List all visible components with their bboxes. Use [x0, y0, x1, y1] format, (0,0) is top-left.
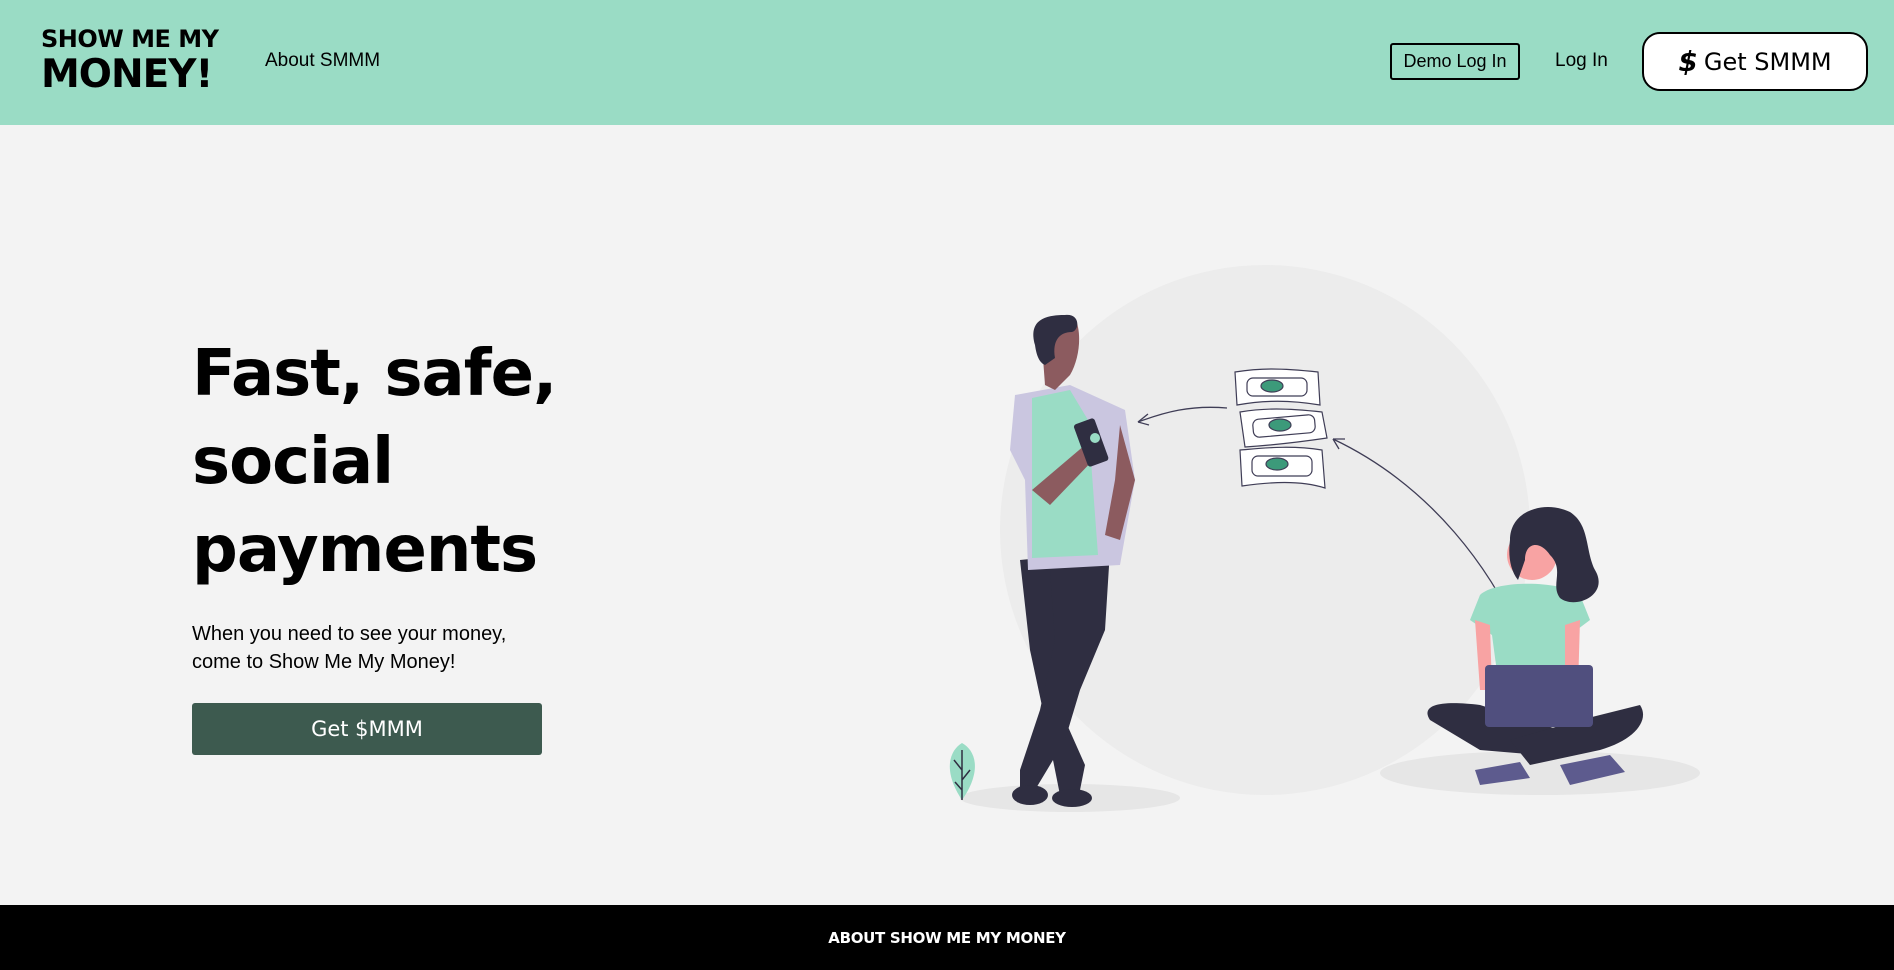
hero-subtitle: When you need to see your money, come to…	[192, 623, 507, 673]
laptop-icon	[1485, 665, 1593, 727]
demo-login-button[interactable]: Demo Log In	[1390, 43, 1520, 80]
logo-line1: SHOW ME MY	[41, 25, 219, 53]
hero-title: Fast, safe, social payments	[192, 337, 557, 587]
nav-about-link[interactable]: About SMMM	[265, 50, 380, 72]
logo[interactable]: SHOW ME MY MONEY!	[41, 25, 219, 97]
money-bills-icon	[1234, 368, 1328, 489]
get-smmm-button[interactable]: $ Get SMMM	[1642, 32, 1868, 91]
footer-about-link[interactable]: ABOUT SHOW ME MY MONEY	[828, 929, 1066, 947]
dollar-icon: $	[1678, 45, 1698, 78]
login-link[interactable]: Log In	[1555, 50, 1608, 72]
leaf-icon	[949, 743, 975, 800]
logo-line2: MONEY!	[41, 52, 213, 97]
get-smmm-label: Get SMMM	[1703, 47, 1832, 76]
people-exchanging-money-illustration	[949, 265, 1700, 812]
header: SHOW ME MY MONEY! About SMMM Demo Log In…	[0, 0, 1894, 125]
get-mmm-button[interactable]: Get $MMM	[192, 703, 542, 755]
footer: ABOUT SHOW ME MY MONEY	[0, 905, 1894, 970]
